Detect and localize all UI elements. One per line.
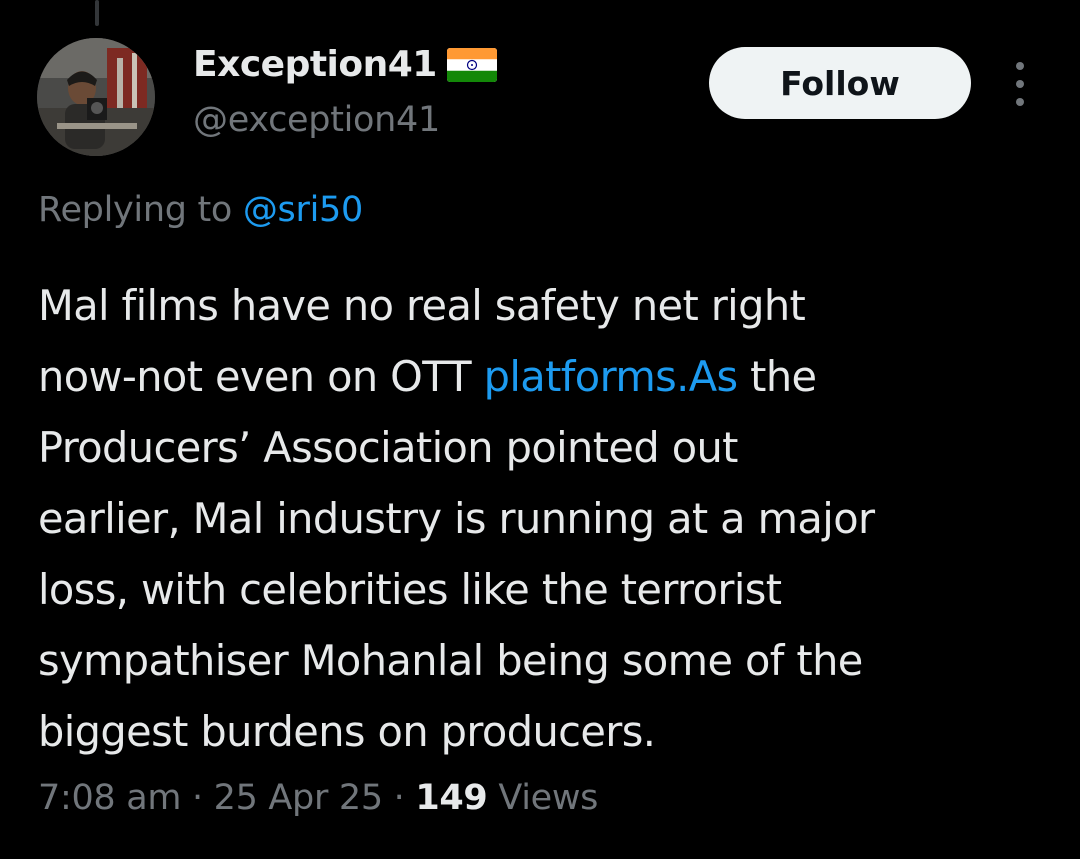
tweet-text-segment: now-not even on OTT: [38, 352, 484, 401]
tweet-text-line: loss, with celebrities like the terroris…: [38, 565, 782, 614]
replying-to-prefix: Replying to: [38, 190, 233, 230]
tweet-inline-link[interactable]: platforms.As: [484, 352, 739, 401]
tweet-text-line: Mal films have no real safety net right: [38, 281, 806, 330]
tweet-text-line: biggest burdens on producers.: [38, 707, 656, 756]
thread-connector-line: [95, 0, 99, 26]
meta-separator: ·: [192, 778, 203, 818]
views-count: 149: [415, 778, 488, 818]
avatar-image: [37, 38, 155, 156]
tweet-text-segment: the: [737, 352, 817, 401]
more-dot: [1016, 98, 1024, 106]
india-flag-icon: [446, 47, 497, 82]
tweet-date[interactable]: 25 Apr 25: [214, 778, 383, 818]
tweet-text-line: Producers’ Association pointed out: [38, 423, 738, 472]
tweet-text-line: now-not even on OTT platforms.As the: [38, 341, 1058, 412]
tweet-time[interactable]: 7:08 am: [38, 778, 181, 818]
author-name-row[interactable]: Exception41: [193, 44, 497, 85]
avatar[interactable]: [37, 38, 155, 156]
more-options-icon[interactable]: [1004, 62, 1036, 106]
replying-to: Replying to @sri50: [38, 190, 363, 230]
more-dot: [1016, 80, 1024, 88]
follow-button[interactable]: Follow: [709, 47, 971, 119]
tweet-text-line: earlier, Mal industry is running at a ma…: [38, 494, 875, 543]
tweet-metadata: 7:08 am · 25 Apr 25 · 149 Views: [38, 778, 598, 818]
tweet-text: Mal films have no real safety net right …: [38, 270, 1058, 767]
more-dot: [1016, 62, 1024, 70]
reply-mention-link[interactable]: @sri50: [243, 190, 363, 230]
tweet-text-line: sympathiser Mohanlal being some of the: [38, 636, 863, 685]
meta-separator: ·: [393, 778, 405, 818]
author-handle[interactable]: @exception41: [193, 100, 440, 140]
views-label: Views: [498, 778, 599, 818]
author-display-name[interactable]: Exception41: [193, 44, 437, 85]
